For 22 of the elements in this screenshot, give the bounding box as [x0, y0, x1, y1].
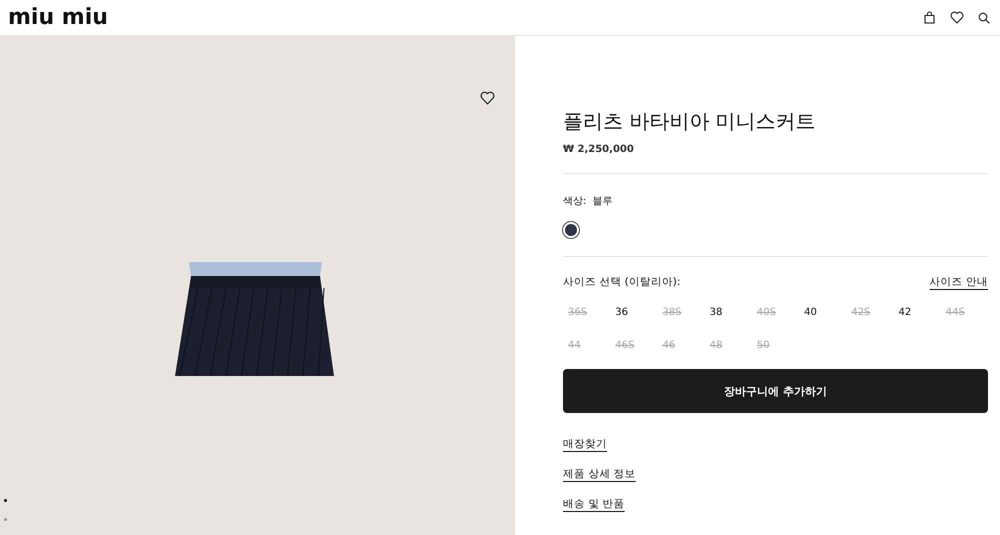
size-option[interactable]: 36	[610, 307, 628, 318]
shopping-bag-icon[interactable]	[923, 11, 936, 24]
size-option[interactable]: 38	[704, 307, 722, 318]
carousel-dot[interactable]	[4, 518, 7, 521]
info-link[interactable]: 배송 및 반품	[563, 497, 625, 511]
size-option[interactable]: 40	[799, 307, 817, 318]
color-swatch[interactable]	[563, 222, 579, 238]
product-title: 플리츠 바타비아 미니스커트	[563, 108, 817, 134]
brand-logo[interactable]: miu miu	[8, 6, 108, 28]
add-to-cart-button[interactable]: 장바구니에 추가하기	[563, 369, 988, 413]
heart-icon[interactable]	[950, 11, 964, 24]
color-label: 색상:	[563, 195, 586, 208]
size-label: 사이즈 선택 (이탈리아):	[563, 275, 680, 289]
size-guide-link[interactable]: 사이즈 안내	[930, 275, 988, 289]
heart-icon[interactable]	[480, 91, 495, 105]
color-value: 블루	[592, 195, 612, 208]
product-price: ₩ 2,250,000	[563, 144, 635, 155]
info-link[interactable]: 매장찾기	[563, 437, 607, 451]
carousel-dot[interactable]	[4, 499, 7, 502]
size-option[interactable]: 42	[894, 307, 912, 318]
info-link[interactable]: 제품 상세 정보	[563, 467, 636, 481]
search-icon[interactable]	[978, 12, 990, 24]
